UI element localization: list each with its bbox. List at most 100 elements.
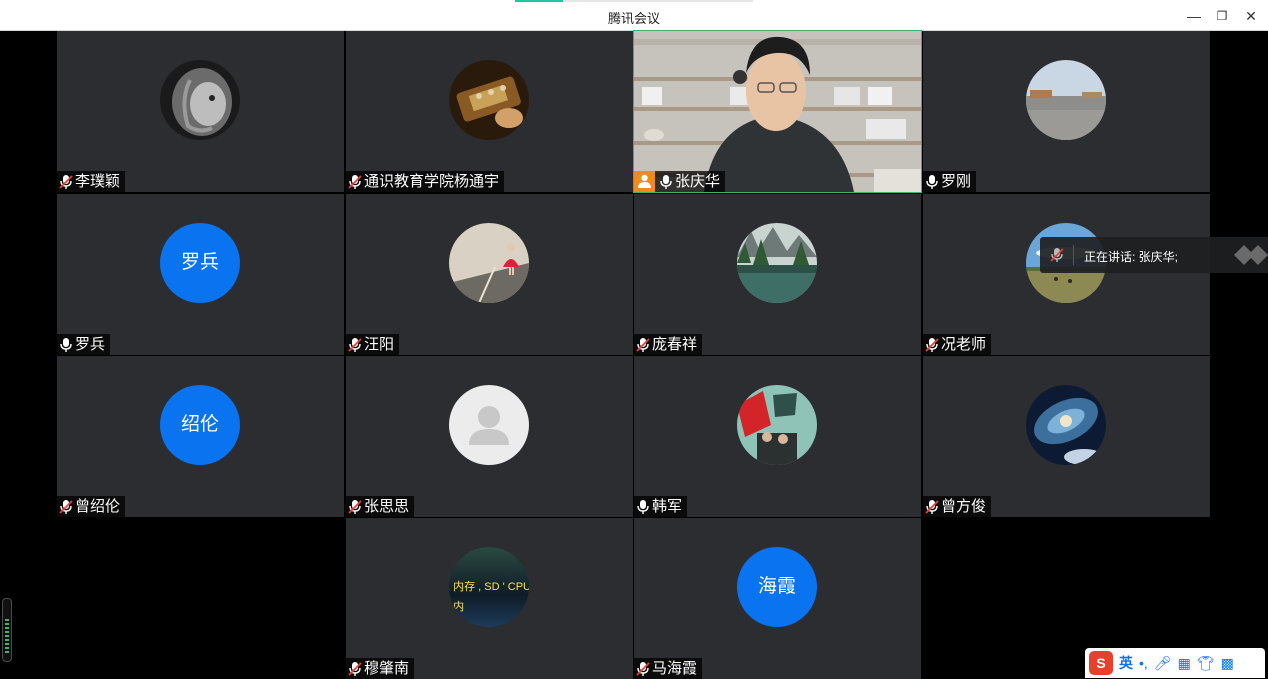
default-person-icon [469,406,509,445]
collapse-arrow-icon[interactable] [1222,243,1268,267]
participant-tile-5[interactable]: 汪阳 [346,194,633,355]
participant-tile-1[interactable]: 通识教育学院杨通宇 [346,31,633,192]
ime-toolbar[interactable]: S 英 •, 🎤︎ ▦ 👕︎ ▩ [1085,648,1265,678]
participant-tile-7[interactable]: 况老师 [923,194,1210,355]
participant-name: 庞春祥 [652,336,698,353]
mic-muted-icon [348,337,362,353]
sogou-logo-icon[interactable]: S [1089,651,1113,675]
keyboard-icon[interactable]: ▦ [1178,655,1191,672]
participant-name-tag: 穆肇南 [346,658,415,679]
participant-tile-8[interactable]: 绍伦 曾绍伦 [57,356,344,517]
participant-name-tag: 汪阳 [346,334,400,355]
galaxy-photo-icon [1026,385,1106,465]
mic-on-icon [636,499,650,515]
participant-name-tag: 马海霞 [634,658,703,679]
avatar [449,60,529,140]
poster-photo-icon [737,385,817,465]
participant-name-tag: 曾绍伦 [57,496,126,517]
participant-tile-10[interactable]: 韩军 [634,356,921,517]
mic-muted-icon [925,499,939,515]
participant-name-tag: 张思思 [346,496,415,517]
participant-tile-2-speaking[interactable]: 张庆华 [633,30,922,193]
host-icon [634,171,655,192]
window-title: 腾讯会议 [607,11,660,26]
skin-icon[interactable]: 👕︎ [1197,655,1215,672]
mic-muted-icon [59,499,73,515]
participant-name: 曾方俊 [941,498,987,515]
avatar [737,385,817,465]
participant-name: 韩军 [652,498,683,515]
avatar [1026,385,1106,465]
avatar-initials: 罗兵 [160,223,240,303]
participant-tile-11[interactable]: 曾方俊 [923,356,1210,517]
participant-tile-13[interactable]: 海霞 马海霞 [634,518,921,679]
girl-road-photo-icon [449,223,529,303]
participant-name-tag: 李璞颖 [57,171,126,192]
punctuation-icon[interactable]: •, [1139,655,1148,671]
participant-tile-6[interactable]: 庞春祥 [634,194,921,355]
participant-name: 汪阳 [364,336,395,353]
participant-name-tag: 罗兵 [57,334,111,355]
voice-icon[interactable]: 🎤︎ [1154,655,1172,672]
close-button[interactable]: ✕ [1241,6,1261,26]
toolbox-icon[interactable]: ▩ [1221,655,1234,672]
speaking-toast: 正在讲话: 张庆华; [1040,237,1268,273]
plaza-photo-icon [1026,60,1106,140]
participant-tile-0[interactable]: 李璞颖 [57,31,344,192]
toast-divider [1073,245,1074,265]
participant-name: 张思思 [364,498,410,515]
mic-muted-icon [1050,247,1064,266]
mic-muted-icon [59,174,73,190]
participant-name: 马海霞 [652,660,698,677]
participant-name-tag: 韩军 [634,496,688,517]
mic-on-icon [659,174,673,190]
participant-tile-12[interactable]: , 内存 , SD ' CPU , 内 穆肇南 [346,518,633,679]
participant-name: 况老师 [941,336,987,353]
title-bar: 腾讯会议 — ❐ ✕ [0,0,1268,31]
participant-name-tag: 况老师 [923,334,992,355]
lake-photo-icon [737,223,817,303]
avatar [1026,60,1106,140]
mic-on-icon [925,174,939,190]
participant-name: 通识教育学院杨通宇 [364,173,500,190]
ime-mode[interactable]: 英 [1119,653,1133,673]
avatar [737,223,817,303]
video-frame-icon [634,31,921,192]
minimize-button[interactable]: — [1184,6,1204,26]
mic-muted-icon [925,337,939,353]
participant-tile-4[interactable]: 罗兵 罗兵 [57,194,344,355]
participant-name: 李璞颖 [75,173,121,190]
avatar-initials: 绍伦 [160,385,240,465]
mic-muted-icon [348,661,362,677]
participant-name: 曾绍伦 [75,498,121,515]
participant-name-tag: 通识教育学院杨通宇 [346,171,505,192]
audio-level-indicator [2,598,12,662]
participant-name-tag: 罗刚 [923,171,977,192]
mic-muted-icon [348,174,362,190]
avatar [160,60,240,140]
participant-name: 罗刚 [941,173,972,190]
restore-button[interactable]: ❐ [1212,6,1232,26]
avatar-initials: 海霞 [737,547,817,627]
avatar [449,223,529,303]
participant-name-tag: 庞春祥 [634,334,703,355]
video-grid: 李璞颖 通识教育学院杨通宇 张庆华 罗刚 罗兵 罗兵 汪阳 庞春祥 况老师 绍伦… [0,30,1268,679]
guitar-photo-icon [449,60,529,140]
title-accent-gray [563,0,753,2]
participant-tile-9[interactable]: 张思思 [346,356,633,517]
avatar [449,385,529,465]
participant-tile-3[interactable]: 罗刚 [923,31,1210,192]
participant-name-tag: 曾方俊 [923,496,992,517]
participant-name: 穆肇南 [364,660,410,677]
mic-on-icon [59,337,73,353]
code-screen-text: , 内存 , SD ' CPU , 内 [449,581,529,613]
video-feed [634,31,921,192]
lion-photo-icon [160,60,240,140]
participant-name-tag: 张庆华 [634,171,726,192]
avatar: , 内存 , SD ' CPU , 内 [449,547,529,627]
mic-muted-icon [636,337,650,353]
participant-name: 张庆华 [675,173,721,190]
participant-name: 罗兵 [75,336,106,353]
mic-muted-icon [348,499,362,515]
title-accent [515,0,563,2]
